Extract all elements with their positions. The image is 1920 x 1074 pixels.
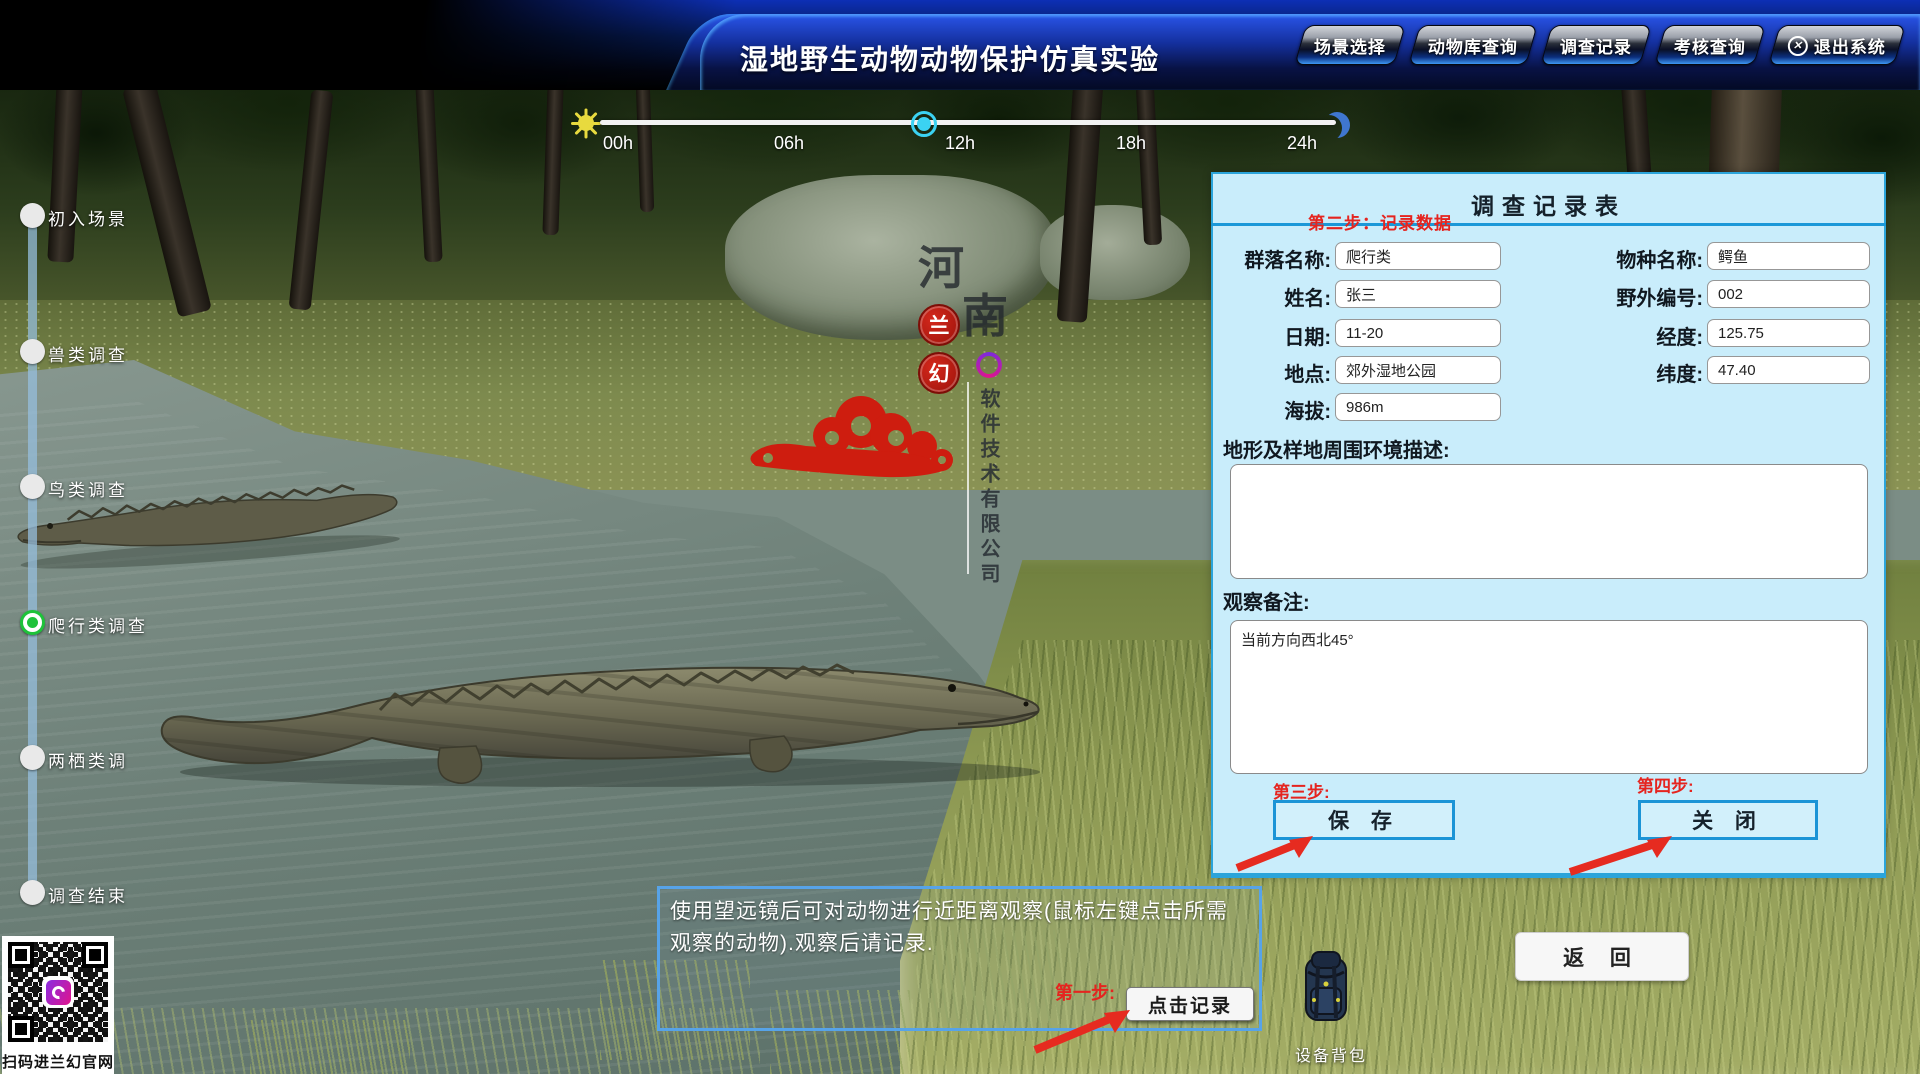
instruction-line1: 使用望远镜后可对动物进行近距离观察(鼠标左键点击所需: [670, 896, 1251, 928]
qr-finder-tr: [82, 942, 108, 968]
app-title: 湿地野生动物动物保护仿真实验: [725, 38, 1175, 78]
title-bar-left-fade: [0, 0, 760, 90]
step-label-survey-end: 调查结束: [48, 882, 128, 907]
title-bar: 湿地野生动物动物保护仿真实验 场景选择 动物库查询 调查记录 考核查询 ✕退出系…: [0, 0, 1920, 90]
nav-assessment-query-button[interactable]: 考核查询: [1654, 25, 1765, 65]
step-dot-reptile-survey-active: [20, 610, 45, 635]
instruction-text: 使用望远镜后可对动物进行近距离观察(鼠标左键点击所需 观察的动物).观察后请记录…: [670, 896, 1251, 959]
click-record-button[interactable]: 点击记录: [1126, 987, 1254, 1021]
step-dot-amphibian-survey: [20, 745, 45, 770]
location-label: 地点:: [1221, 358, 1331, 387]
step-dot-enter-scene: [20, 203, 45, 228]
tick-18h: 18h: [1101, 133, 1161, 154]
instruction-box: 使用望远镜后可对动物进行近距离观察(鼠标左键点击所需 观察的动物).观察后请记录…: [657, 886, 1262, 1031]
tick-00h: 00h: [588, 133, 648, 154]
survey-record-panel: 调查记录表 第二步：记录数据 群落名称: 物种名称: 姓名: 野外编号: 日期:…: [1211, 172, 1886, 878]
altitude-input[interactable]: [1335, 393, 1501, 421]
observation-notes-textarea[interactable]: 当前方向西北45°: [1230, 620, 1868, 774]
qr-caption: 扫码进兰幻官网: [2, 1048, 114, 1074]
qr-finder-bl: [8, 1016, 34, 1042]
instruction-line2: 观察的动物).观察后请记录.: [670, 928, 1251, 960]
observation-notes-label: 观察备注:: [1223, 586, 1310, 615]
species-name-label: 物种名称:: [1593, 244, 1703, 273]
step1-annotation: 第一步:: [1055, 979, 1115, 1005]
location-input[interactable]: [1335, 356, 1501, 384]
step-dot-survey-end: [20, 880, 45, 905]
species-name-input[interactable]: [1707, 242, 1870, 270]
timeline-track[interactable]: [600, 120, 1336, 125]
field-number-input[interactable]: [1707, 280, 1870, 308]
nav-survey-record-button[interactable]: 调查记录: [1540, 25, 1651, 65]
exit-x-icon: ✕: [1788, 35, 1808, 55]
return-button[interactable]: 返 回: [1515, 932, 1689, 981]
qr-code-image: [2, 936, 114, 1048]
nav-animal-library-button[interactable]: 动物库查询: [1408, 25, 1537, 65]
date-input[interactable]: [1335, 319, 1501, 347]
app-root: 河 南 兰 幻 软件技术有限公司: [0, 0, 1920, 1074]
reed-tuft: [250, 1020, 410, 1074]
save-button[interactable]: 保 存: [1273, 800, 1455, 840]
rock-outcrop: [725, 175, 1055, 340]
date-label: 日期:: [1221, 321, 1331, 350]
step-label-enter-scene: 初入场景: [48, 205, 128, 230]
step-label-reptile-survey: 爬行类调查: [48, 612, 148, 637]
top-nav: 场景选择 动物库查询 调查记录 考核查询 ✕退出系统: [1300, 25, 1900, 65]
nav-exit-system-button[interactable]: ✕退出系统: [1768, 25, 1905, 65]
name-input[interactable]: [1335, 280, 1501, 308]
step-label-bird-survey: 鸟类调查: [48, 476, 128, 501]
qr-code-block: 扫码进兰幻官网: [2, 936, 114, 1074]
timeline-handle[interactable]: [911, 111, 937, 137]
step-dot-mammal-survey: [20, 339, 45, 364]
longitude-input[interactable]: [1707, 319, 1870, 347]
qr-pattern: [8, 942, 108, 1042]
tick-24h: 24h: [1272, 133, 1332, 154]
community-name-input[interactable]: [1335, 242, 1501, 270]
equipment-backpack-icon[interactable]: [1296, 948, 1356, 1034]
crocodile-large[interactable]: [140, 580, 1070, 790]
longitude-label: 经度:: [1593, 321, 1703, 350]
terrain-description-textarea[interactable]: [1230, 464, 1868, 579]
latitude-input[interactable]: [1707, 356, 1870, 384]
tick-06h: 06h: [759, 133, 819, 154]
step-dot-bird-survey: [20, 474, 45, 499]
step-label-mammal-survey: 兽类调查: [48, 341, 128, 366]
altitude-label: 海拔:: [1221, 395, 1331, 424]
step2-annotation: 第二步：记录数据: [1308, 209, 1452, 234]
progress-rail-line: [28, 214, 37, 895]
step-label-amphibian-survey: 两栖类调: [48, 747, 128, 772]
tick-12h: 12h: [930, 133, 990, 154]
terrain-description-label: 地形及样地周围环境描述:: [1223, 434, 1450, 463]
qr-finder-tl: [8, 942, 34, 968]
community-name-label: 群落名称:: [1221, 244, 1331, 273]
latitude-label: 纬度:: [1593, 358, 1703, 387]
nav-scene-select-button[interactable]: 场景选择: [1294, 25, 1405, 65]
backpack-label: 设备背包: [1288, 1042, 1374, 1066]
step4-annotation: 第四步:: [1637, 772, 1694, 797]
field-number-label: 野外编号:: [1593, 282, 1703, 311]
name-label: 姓名:: [1221, 282, 1331, 311]
close-button[interactable]: 关 闭: [1638, 800, 1818, 840]
qr-center-logo-icon: [42, 976, 74, 1008]
